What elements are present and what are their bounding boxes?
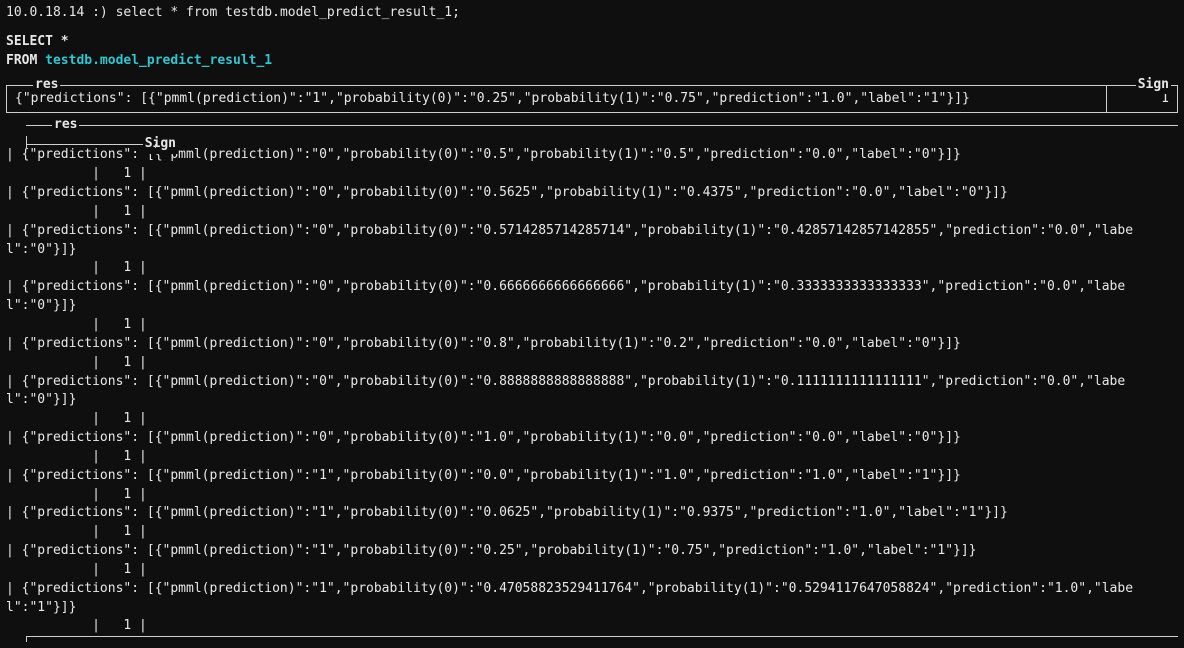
- sql-select-kw: SELECT: [6, 34, 53, 49]
- prompt-host: 10.0.18.14 :): [6, 5, 108, 20]
- prompt-command: select * from testdb.model_predict_resul…: [116, 5, 460, 20]
- prompt-line: 10.0.18.14 :) select * from testdb.model…: [6, 4, 1178, 23]
- table-row: | {"predictions": [{"pmml(prediction)":"…: [6, 429, 1178, 467]
- sql-star: *: [61, 34, 69, 49]
- result2-top-rule: res: [26, 125, 1178, 136]
- result1-res-value: {"predictions": [{"pmml(prediction)":"1"…: [15, 91, 970, 106]
- result2-bottom-rule: [26, 636, 1178, 638]
- result2-rows: | {"predictions": [{"pmml(prediction)":"…: [6, 146, 1178, 636]
- res-column-header: res: [33, 76, 60, 95]
- sql-from-kw: FROM: [6, 53, 37, 68]
- table-row: | {"predictions": [{"pmml(prediction)":"…: [6, 184, 1178, 222]
- table-row: | {"predictions": [{"pmml(prediction)":"…: [6, 222, 1178, 279]
- table-row: | {"predictions": [{"pmml(prediction)":"…: [6, 278, 1178, 335]
- result2-sub-rule: Sign: [26, 136, 156, 146]
- sign-column-header-2: Sign: [143, 135, 178, 154]
- table-row: | {"predictions": [{"pmml(prediction)":"…: [6, 146, 1178, 184]
- sql-table-name: testdb.model_predict_result_1: [45, 53, 272, 68]
- result-block-2: res Sign | {"predictions": [{"pmml(predi…: [6, 125, 1178, 638]
- terminal[interactable]: 10.0.18.14 :) select * from testdb.model…: [0, 0, 1184, 648]
- table-row: | {"predictions": [{"pmml(prediction)":"…: [6, 504, 1178, 542]
- table-row: | {"predictions": [{"pmml(prediction)":"…: [6, 335, 1178, 373]
- table-row: | {"predictions": [{"pmml(prediction)":"…: [6, 580, 1178, 637]
- result-block-1: res {"predictions": [{"pmml(prediction)"…: [6, 85, 1178, 114]
- table-row: | {"predictions": [{"pmml(prediction)":"…: [6, 467, 1178, 505]
- res-column-header-2: res: [52, 116, 79, 135]
- result1-res-cell: res {"predictions": [{"pmml(prediction)"…: [6, 85, 1106, 114]
- table-row: | {"predictions": [{"pmml(prediction)":"…: [6, 373, 1178, 430]
- sign-column-header: Sign: [1136, 76, 1171, 95]
- sql-echo: SELECT * FROM testdb.model_predict_resul…: [6, 33, 1178, 71]
- result1-sign-cell: Sign 1: [1106, 85, 1178, 114]
